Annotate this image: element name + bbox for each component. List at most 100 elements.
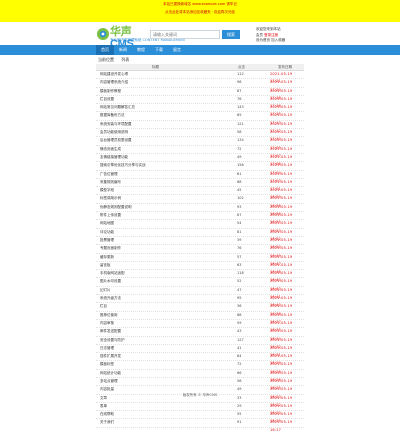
- article-views: 49: [237, 154, 242, 159]
- article-title-link[interactable]: 投票管理: [100, 237, 114, 244]
- article-views: 118: [237, 271, 244, 276]
- user-panel: 欢迎您来到本站 会员 登录注册 设为首页 加入收藏: [256, 27, 306, 44]
- article-title-link[interactable]: 幻灯片: [100, 287, 111, 294]
- nav-item[interactable]: 首页: [96, 45, 114, 55]
- article-title-link[interactable]: 系统升级方法: [100, 295, 121, 302]
- article-title-link[interactable]: 缓存更新: [100, 254, 114, 261]
- article-title-link[interactable]: 广告位管理: [100, 171, 118, 178]
- list-item: 在线帮助 55 2021-05-19 16:19: [96, 411, 304, 423]
- list-item: 系统升级方法 95 2021-05-19 16:40: [96, 295, 304, 307]
- article-title-link[interactable]: 采集规则编写: [100, 179, 121, 186]
- article-title-link[interactable]: 插件扩展开发: [100, 353, 121, 360]
- list-item: 系统安装与环境配置 121 2021-05-19 17:12: [96, 121, 304, 133]
- article-title-link[interactable]: 评论功能: [100, 229, 114, 236]
- article-title-link[interactable]: 在线帮助: [100, 411, 114, 418]
- article-title-link[interactable]: 模板制作教程: [100, 88, 121, 95]
- article-title-link[interactable]: 友情链接管理功能: [100, 154, 128, 161]
- search-button[interactable]: 搜索: [222, 30, 240, 39]
- article-title-link[interactable]: 伪静态规则配置说明: [100, 204, 132, 211]
- member-label: 会员: [256, 32, 263, 37]
- article-title-link[interactable]: 搜索引擎优化技巧分享与实战: [100, 162, 146, 169]
- list-item: 附件上传设置 67 2021-05-19 16:55: [96, 212, 304, 224]
- list-item: 静态页面生成 72 2021-05-19 17:07: [96, 146, 304, 158]
- article-title-link[interactable]: 内容审核: [100, 320, 114, 327]
- list-item: 投票管理 39 2021-05-19 16:50: [96, 237, 304, 249]
- main-nav: 首页 新闻 教程 下载 留言: [0, 45, 400, 55]
- article-title-link[interactable]: 手机版网站适配: [100, 270, 125, 277]
- article-title-link[interactable]: 数据库备份方法: [100, 112, 125, 119]
- article-views: 68: [237, 312, 242, 317]
- list-item: 伪静态规则配置说明 93 2021-05-19 16:56: [96, 204, 304, 216]
- breadcrumb-location: 当前位置: [98, 57, 114, 62]
- logo-text-a: 华声: [110, 26, 132, 38]
- article-views: 65: [237, 113, 242, 118]
- article-views: 67: [237, 213, 242, 218]
- article-views: 45: [237, 188, 242, 193]
- list-item: 内容管理系统介绍 98 2021-05-19 17:20: [96, 79, 304, 92]
- article-views: 127: [237, 337, 244, 342]
- homepage-favorite-links[interactable]: 设为首页 加入收藏: [256, 38, 306, 44]
- article-title-link[interactable]: 后台管理员权限设置: [100, 137, 132, 144]
- list-item: 数据库备份方法 65 2021-05-19 17:13: [96, 112, 304, 125]
- article-title-link[interactable]: 留言板: [100, 262, 111, 269]
- nav-item[interactable]: 新闻: [114, 45, 132, 55]
- list-item: 关于我们 91 2021-05-19 16:17: [96, 419, 304, 432]
- article-title-link[interactable]: 栏目设置: [100, 96, 114, 103]
- list-item: 缓存更新 57 2021-05-19 16:47: [96, 254, 304, 266]
- article-views: 52: [237, 279, 242, 284]
- article-views: 43: [237, 329, 242, 334]
- list-item: 后台管理员权限设置 134 2021-05-19 17:09: [96, 137, 304, 150]
- article-title-link[interactable]: 网站常见问题解答汇总: [100, 104, 135, 111]
- article-views: 58: [237, 378, 242, 383]
- list-item: 栏目设置 76 2021-05-19 17:16: [96, 96, 304, 108]
- notice-line-1: 本站已更换新域名 www.example.com 请牢记: [163, 2, 237, 6]
- article-views: 102: [237, 196, 244, 201]
- article-title-link[interactable]: 内容管理系统介绍: [100, 79, 128, 86]
- article-title-link[interactable]: 附件上传设置: [100, 212, 121, 219]
- article-title-link[interactable]: 栏目: [100, 303, 107, 310]
- article-title-link[interactable]: 推荐位使用: [100, 312, 118, 319]
- logo-mark-icon: [97, 28, 109, 40]
- article-title-link[interactable]: 表单: [100, 403, 107, 410]
- article-title-link[interactable]: 专题页面制作: [100, 245, 121, 252]
- article-views: 57: [237, 254, 242, 259]
- list-item: 模板制作教程 87 2021-05-19 17:18: [96, 88, 304, 100]
- article-title-link[interactable]: 邮件发送配置: [100, 328, 121, 335]
- column-date: 发布日期: [278, 65, 292, 69]
- list-item: 手机版网站适配 118 2021-05-19 16:44: [96, 270, 304, 282]
- article-title-link[interactable]: 标签调用示例: [100, 195, 121, 202]
- breadcrumb-current[interactable]: 列表: [121, 57, 129, 62]
- article-title-link[interactable]: 网站地图: [100, 220, 114, 227]
- article-views: 76: [237, 96, 242, 101]
- article-views: 84: [237, 354, 242, 359]
- nav-item[interactable]: 下载: [150, 45, 168, 55]
- notice-line-2[interactable]: 点击此处将本站添加至收藏夹 · 欢迎再次光临: [0, 10, 400, 15]
- site-logo[interactable]: 华声CMS 专业的内容管理系统 CONTENT MANAGEMENT: [96, 26, 186, 50]
- list-item: 图片水印设置 52 2021-05-19 16:43: [96, 278, 304, 291]
- article-views: 143: [237, 105, 244, 110]
- article-title-link[interactable]: 网站建设开发心得: [100, 71, 128, 78]
- article-title-link[interactable]: 模板标签: [100, 361, 114, 368]
- list-item: 友情链接管理功能 49 2021-05-19 17:06: [96, 154, 304, 166]
- article-views: 55: [237, 412, 242, 417]
- article-title-link[interactable]: 日志管理: [100, 345, 114, 352]
- main-nav-items: 首页 新闻 教程 下载 留言: [96, 45, 186, 55]
- article-title-link[interactable]: 会员功能使用说明: [100, 129, 128, 136]
- article-views: 91: [237, 420, 242, 425]
- breadcrumb: 当前位置 列表: [98, 57, 135, 63]
- list-item: 广告位管理 61 2021-05-19 17:03: [96, 171, 304, 183]
- nav-item[interactable]: 留言: [168, 45, 186, 55]
- article-title-link[interactable]: 多站点管理: [100, 378, 118, 385]
- login-register-link[interactable]: 登录注册: [264, 33, 278, 37]
- article-views: 93: [237, 204, 242, 209]
- article-title-link[interactable]: 系统安装与环境配置: [100, 121, 132, 128]
- search-input[interactable]: [150, 30, 220, 39]
- article-title-link[interactable]: 网站统计功能: [100, 370, 121, 377]
- article-title-link[interactable]: 关于我们: [100, 419, 114, 426]
- article-title-link[interactable]: 安全设置与防护: [100, 337, 125, 344]
- article-title-link[interactable]: 静态页面生成: [100, 146, 121, 153]
- nav-item[interactable]: 教程: [132, 45, 150, 55]
- article-views: 72: [237, 362, 242, 367]
- article-title-link[interactable]: 模型字段: [100, 187, 114, 194]
- article-title-link[interactable]: 图片水印设置: [100, 278, 121, 285]
